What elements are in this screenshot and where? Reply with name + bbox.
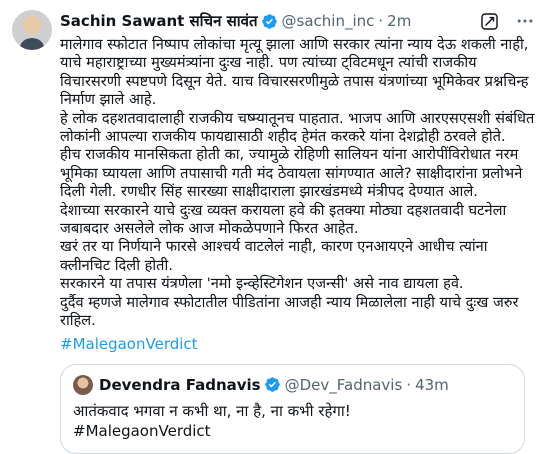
tweet-paragraph: खरं तर या निर्णयाने फारसे आश्चर्य वाटलेल… bbox=[60, 238, 488, 274]
tweet-paragraph: दुर्दैव म्हणजे मालेगाव स्फोटातील पीडितां… bbox=[60, 293, 519, 330]
tweet-paragraph: हीच राजकीय मानसिकता होती का, ज्यामुळे रो… bbox=[60, 146, 523, 201]
more-options-icon[interactable] bbox=[514, 10, 536, 32]
tweet-paragraph: मालेगाव स्फोटात निष्पाप लोकांचा मृत्यू झ… bbox=[60, 36, 529, 109]
author-name[interactable]: Sachin Sawant सचिन सावंत bbox=[60, 11, 258, 31]
author-handle[interactable]: @sachin_inc bbox=[282, 12, 375, 30]
hashtag-link[interactable]: #MalegaonVerdict bbox=[60, 335, 198, 353]
tweet-header: Sachin Sawant सचिन सावंत @sachin_inc · 2… bbox=[60, 8, 536, 34]
quoted-author-handle[interactable]: @Dev_Fadnavis bbox=[285, 376, 403, 394]
tweet-paragraph: सरकारने या तपास यंत्रणेला 'नमो इन्व्हेस्… bbox=[60, 275, 464, 293]
quoted-tweet-header: Devendra Fadnavis @Dev_Fadnavis · 43m bbox=[73, 374, 512, 395]
separator-dot: · bbox=[378, 12, 384, 30]
tweet-content: Sachin Sawant सचिन सावंत @sachin_inc · 2… bbox=[60, 8, 536, 454]
quoted-tweet[interactable]: Devendra Fadnavis @Dev_Fadnavis · 43m आत… bbox=[60, 363, 525, 454]
separator-dot: · bbox=[406, 375, 412, 394]
author-avatar[interactable] bbox=[12, 10, 52, 50]
tweet-paragraph: हे लोक दहशतवादालाही राजकीय चष्म्यातूनच प… bbox=[60, 109, 535, 146]
grok-icon[interactable] bbox=[478, 10, 500, 32]
quoted-author-name[interactable]: Devendra Fadnavis bbox=[99, 376, 261, 394]
quoted-tweet-text: आतंकवाद भगवा न कभी था, ना है, ना कभी रहे… bbox=[73, 401, 351, 420]
quoted-tweet-time[interactable]: 43m bbox=[415, 376, 449, 394]
quoted-author-avatar[interactable] bbox=[73, 374, 93, 395]
quoted-hashtag[interactable]: #MalegaonVerdict bbox=[73, 421, 512, 441]
header-actions bbox=[478, 10, 536, 32]
tweet[interactable]: Sachin Sawant सचिन सावंत @sachin_inc · 2… bbox=[0, 0, 546, 454]
verified-badge-icon bbox=[264, 376, 281, 393]
tweet-paragraph: देशाच्या सरकारने याचे दुःख व्यक्त करायला… bbox=[60, 201, 507, 238]
tweet-text: मालेगाव स्फोटात निष्पाप लोकांचा मृत्यू झ… bbox=[60, 36, 536, 354]
tweet-time[interactable]: 2m bbox=[387, 12, 411, 30]
verified-badge-icon bbox=[261, 13, 278, 30]
